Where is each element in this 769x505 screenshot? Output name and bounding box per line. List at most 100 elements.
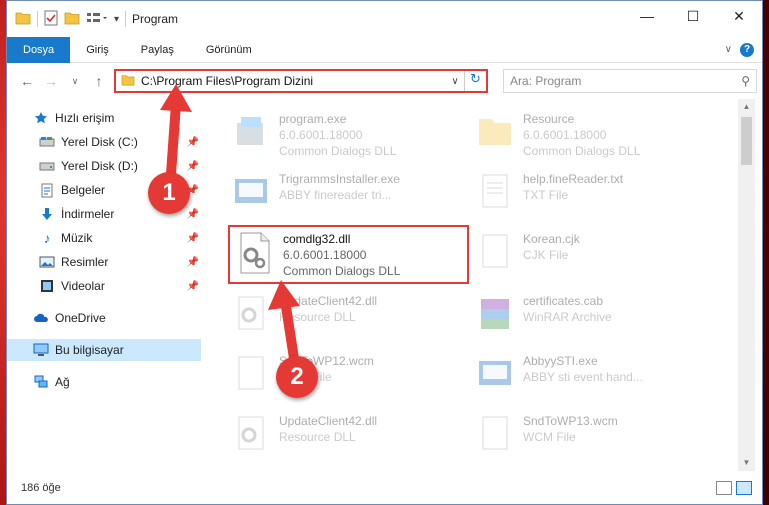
pin-icon[interactable]: 📌 xyxy=(187,137,199,148)
file-type: CJK File xyxy=(523,248,569,262)
vertical-scrollbar[interactable]: ▲ ▼ xyxy=(738,99,755,471)
address-bar[interactable]: C:\Program Files\Program Dizini ∨ ↻ xyxy=(114,69,488,93)
file-item[interactable]: program.exe 6.0.6001.18000 Common Dialog… xyxy=(227,105,467,163)
file-item[interactable]: Resource 6.0.6001.18000 Common Dialogs D… xyxy=(471,105,711,163)
tab-dosya[interactable]: Dosya xyxy=(7,36,71,63)
file-name: Resource xyxy=(523,112,575,126)
up-icon[interactable]: ↑ xyxy=(87,73,111,89)
file-description: Resource DLL xyxy=(279,430,356,444)
ribbon-right-controls: ∨ ? xyxy=(725,42,762,57)
tiles-view-icon[interactable] xyxy=(736,481,752,495)
music-icon: ♪ xyxy=(43,230,51,246)
back-icon[interactable]: ← xyxy=(15,73,39,89)
status-bar: 186 öğe xyxy=(7,472,762,504)
sidebar-item-label: İndirmeler xyxy=(61,207,115,221)
pin-icon[interactable]: 📌 xyxy=(187,209,199,220)
archive-icon xyxy=(475,293,515,337)
installer-icon xyxy=(231,171,271,215)
sidebar-item-network[interactable]: Ağ xyxy=(7,371,201,393)
title-bar: ▾ Program — ☐ ✕ xyxy=(7,1,762,37)
sidebar-item-music[interactable]: ♪ Müzik 📌 xyxy=(7,227,201,249)
sidebar-item-label: Hızlı erişim xyxy=(55,111,115,125)
window-controls: — ☐ ✕ xyxy=(624,1,762,31)
address-path[interactable]: C:\Program Files\Program Dizini xyxy=(141,74,446,88)
maximize-button[interactable]: ☐ xyxy=(670,1,716,31)
window-title: Program xyxy=(132,12,179,26)
tab-paylas[interactable]: Paylaş xyxy=(125,37,190,63)
search-input[interactable]: Ara: Program ⚲ xyxy=(503,69,757,93)
search-icon[interactable]: ⚲ xyxy=(741,74,750,88)
scroll-down-icon[interactable]: ▼ xyxy=(738,455,755,471)
properties-icon[interactable] xyxy=(44,10,58,29)
txt-icon xyxy=(475,171,515,215)
file-item[interactable]: SndToWP13.wcm WCM File xyxy=(471,407,711,461)
sidebar-item-disk-c[interactable]: Yerel Disk (C:) 📌 xyxy=(7,131,201,153)
sidebar-item-videos[interactable]: Videolar 📌 xyxy=(7,275,201,297)
expand-ribbon-icon[interactable]: ∨ xyxy=(725,44,732,55)
pin-icon[interactable]: 📌 xyxy=(187,257,199,268)
file-description: ABBY sti event hand... xyxy=(523,370,643,384)
file-explorer-window: ▾ Program — ☐ ✕ Dosya Giriş Paylaş Görün… xyxy=(6,0,763,505)
file-type: TXT File xyxy=(523,188,569,202)
chevron-down-icon[interactable]: ∨ xyxy=(446,76,464,87)
scrollbar-thumb[interactable] xyxy=(741,117,752,165)
forward-icon[interactable]: → xyxy=(39,73,63,89)
sidebar-item-onedrive[interactable]: OneDrive xyxy=(7,307,201,329)
file-item[interactable]: SndToWP12.wcm WCM File xyxy=(227,347,467,405)
file-name: certificates.cab xyxy=(523,294,604,308)
drive-icon xyxy=(39,158,55,174)
view-toggles xyxy=(716,481,762,495)
file-item[interactable]: Korean.cjk CJK File xyxy=(471,225,711,283)
sidebar-item-label: Resimler xyxy=(61,255,109,269)
file-description: Common Dialogs DLL xyxy=(279,144,397,158)
tab-gorunum[interactable]: Görünüm xyxy=(190,37,268,63)
view-options-icon[interactable] xyxy=(86,11,108,28)
pictures-icon xyxy=(39,254,55,270)
download-icon xyxy=(39,206,55,222)
pin-icon[interactable]: 📌 xyxy=(187,161,199,172)
file-description: Common Dialogs DLL xyxy=(523,144,641,158)
navigation-bar: ← → ∨ ↑ C:\Program Files\Program Dizini … xyxy=(7,65,762,97)
documents-icon xyxy=(39,182,55,198)
search-placeholder: Ara: Program xyxy=(510,74,582,88)
folder-icon xyxy=(15,11,31,28)
folder-icon xyxy=(475,111,515,155)
file-item[interactable]: certificates.cab WinRAR Archive xyxy=(471,287,711,345)
scroll-up-icon[interactable]: ▲ xyxy=(738,99,755,115)
help-icon[interactable]: ? xyxy=(740,42,754,57)
close-button[interactable]: ✕ xyxy=(716,1,762,31)
sidebar-item-label: Ağ xyxy=(55,375,70,389)
tab-giris[interactable]: Giriş xyxy=(70,37,125,63)
sidebar-item-pictures[interactable]: Resimler 📌 xyxy=(7,251,201,273)
sidebar-item-this-pc[interactable]: Bu bilgisayar xyxy=(7,339,201,361)
pin-icon[interactable]: 📌 xyxy=(187,233,199,244)
file-type: WinRAR Archive xyxy=(523,310,612,324)
star-icon xyxy=(33,110,49,126)
file-item[interactable]: UpdateClient42.dll Resource DLL xyxy=(227,287,467,345)
callout-2: 2 xyxy=(276,356,318,398)
file-item[interactable]: help.fineReader.txt TXT File xyxy=(471,165,711,223)
network-icon xyxy=(33,374,49,390)
callout-1: 1 xyxy=(148,172,190,214)
file-description: ABBY finereader tri... xyxy=(279,188,392,202)
recent-locations-icon[interactable]: ∨ xyxy=(63,76,87,87)
file-item[interactable]: AbbyySTI.exe ABBY sti event hand... xyxy=(471,347,711,405)
refresh-icon[interactable]: ↻ xyxy=(464,71,486,91)
sidebar-item-quick-access[interactable]: Hızlı erişim xyxy=(7,107,201,129)
toolbar-divider xyxy=(125,11,127,27)
file-icon xyxy=(231,353,271,397)
drive-icon xyxy=(39,134,55,150)
pin-icon[interactable]: 📌 xyxy=(187,281,199,292)
dll-icon xyxy=(231,293,271,337)
minimize-button[interactable]: — xyxy=(624,1,670,31)
file-icon xyxy=(475,413,515,457)
quick-access-toolbar: ▾ xyxy=(7,10,127,29)
sidebar-item-label: Belgeler xyxy=(61,183,106,197)
new-folder-icon[interactable] xyxy=(64,11,80,28)
file-item[interactable]: UpdateClient42.dll Resource DLL xyxy=(227,407,467,461)
customize-toolbar-icon[interactable]: ▾ xyxy=(114,14,119,25)
file-item[interactable]: TrigrammsInstaller.exe ABBY finereader t… xyxy=(227,165,467,223)
details-view-icon[interactable] xyxy=(716,481,732,495)
folder-icon xyxy=(121,74,135,89)
file-name: SndToWP13.wcm xyxy=(523,414,618,428)
